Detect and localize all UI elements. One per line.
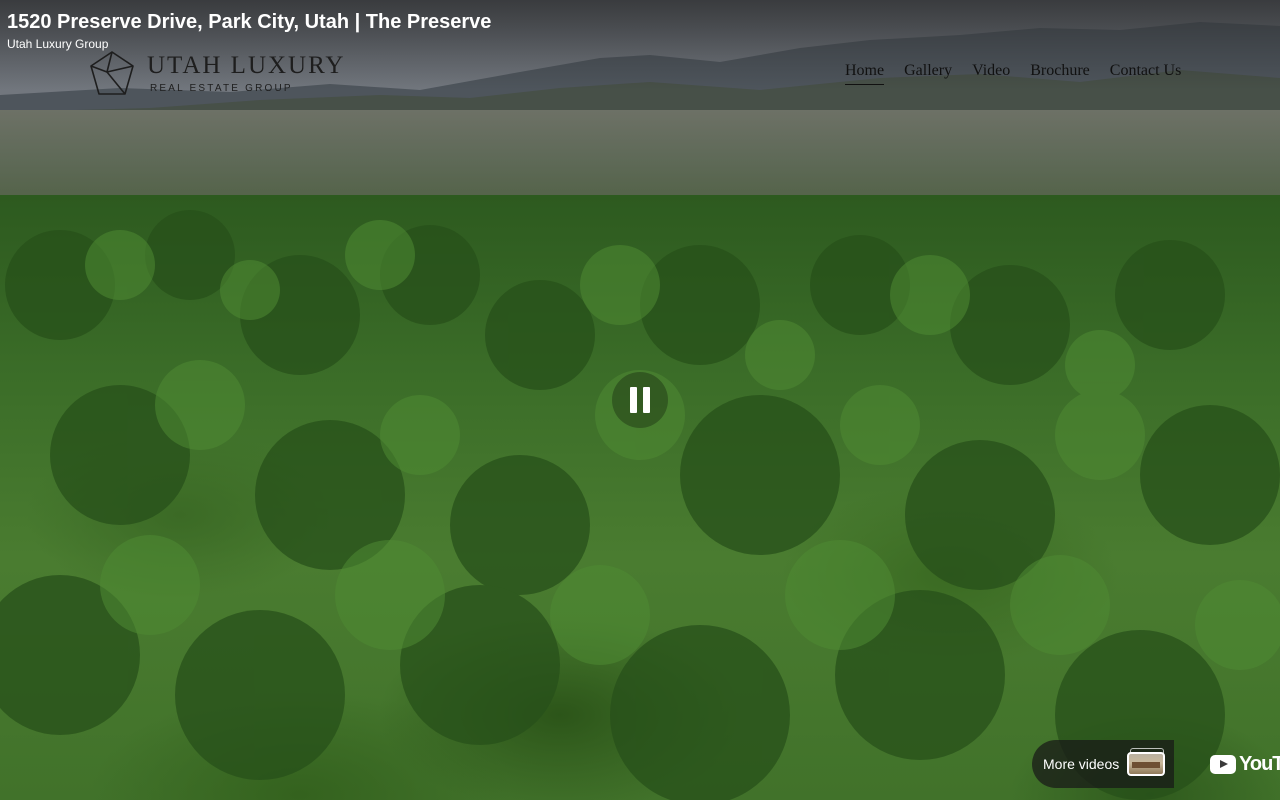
logo-main-text: UTAH LUXURY xyxy=(147,52,346,79)
nav-brochure[interactable]: Brochure xyxy=(1030,62,1090,84)
pause-icon-bar xyxy=(643,387,650,413)
main-nav: Home Gallery Video Brochure Contact Us xyxy=(845,62,1182,85)
nav-home[interactable]: Home xyxy=(845,62,885,85)
nav-contact-us[interactable]: Contact Us xyxy=(1110,62,1182,84)
nav-gallery[interactable]: Gallery xyxy=(904,62,952,84)
more-videos-label: More videos xyxy=(1043,756,1120,772)
pause-button[interactable] xyxy=(612,372,668,428)
logo-mark-icon xyxy=(90,51,134,95)
video-channel[interactable]: Utah Luxury Group xyxy=(7,37,108,51)
more-videos-button[interactable]: More videos xyxy=(1032,740,1174,788)
youtube-logo[interactable]: YouTube xyxy=(1210,752,1280,776)
nav-video[interactable]: Video xyxy=(972,62,1010,84)
tree-canopy xyxy=(0,210,1280,800)
pause-icon xyxy=(630,387,637,413)
video-title[interactable]: 1520 Preserve Drive, Park City, Utah | T… xyxy=(7,11,491,34)
youtube-wordmark: YouTube xyxy=(1239,752,1280,775)
site-logo[interactable]: UTAH LUXURY REAL ESTATE GROUP xyxy=(87,50,357,100)
logo-sub-text: REAL ESTATE GROUP xyxy=(150,83,293,94)
more-videos-thumbnail xyxy=(1127,752,1165,776)
youtube-play-icon xyxy=(1210,754,1236,774)
